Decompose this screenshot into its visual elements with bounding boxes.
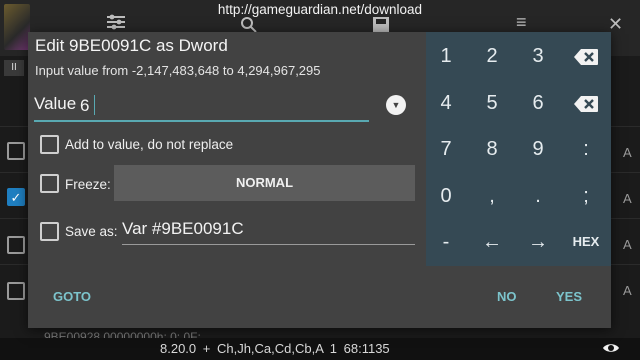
key-dot[interactable]: .: [515, 173, 561, 219]
save-as-label: Save as:: [65, 224, 118, 239]
row-type-marker: A: [623, 145, 632, 160]
save-as-field[interactable]: [122, 215, 415, 245]
backspace-key[interactable]: [563, 33, 609, 79]
save-as-checkbox[interactable]: [40, 222, 59, 241]
status-text: 8.20.0 + Ch,Jh,Ca,Cd,Cb,A 1 68:1135: [160, 341, 390, 356]
cursor-left-key[interactable]: ←: [469, 219, 515, 265]
row-checkbox-checked[interactable]: ✓: [7, 188, 25, 206]
key-2[interactable]: 2: [469, 33, 515, 79]
row-type-marker: A: [623, 237, 632, 252]
row-type-marker: A: [623, 191, 632, 206]
freeze-mode-button[interactable]: NORMAL: [114, 165, 415, 201]
key-4[interactable]: 4: [423, 80, 469, 126]
no-button[interactable]: NO: [497, 289, 517, 304]
key-semicolon[interactable]: ;: [563, 173, 609, 219]
cursor-right-key[interactable]: →: [515, 219, 561, 265]
freeze-label: Freeze:: [65, 177, 111, 192]
add-to-value-checkbox[interactable]: [40, 135, 59, 154]
row-checkbox[interactable]: [7, 142, 25, 160]
backspace-icon: [574, 48, 598, 65]
text-caret: [94, 95, 95, 115]
key-1[interactable]: 1: [423, 33, 469, 79]
key-comma[interactable]: ,: [469, 173, 515, 219]
freeze-checkbox[interactable]: [40, 174, 59, 193]
status-bar: 8.20.0 + Ch,Jh,Ca,Cd,Cb,A 1 68:1135: [0, 338, 640, 360]
input-range-hint: Input value from -2,147,483,648 to 4,294…: [35, 63, 321, 78]
numeric-keypad: 1 2 3 4 5 6 7 8 9 : 0 , . ; - ← → HEX: [426, 32, 611, 266]
pause-button[interactable]: II: [4, 60, 24, 76]
key-8[interactable]: 8: [469, 126, 515, 172]
yes-button[interactable]: YES: [556, 289, 582, 304]
key-7[interactable]: 7: [423, 126, 469, 172]
row-checkbox[interactable]: [7, 236, 25, 254]
value-label: Value: [34, 94, 77, 113]
key-3[interactable]: 3: [515, 33, 561, 79]
key-6[interactable]: 6: [515, 80, 561, 126]
key-5[interactable]: 5: [469, 80, 515, 126]
value-history-dropdown-icon[interactable]: ▼: [386, 95, 406, 115]
edit-value-dialog: Edit 9BE0091C as Dword Input value from …: [28, 32, 611, 328]
key-minus[interactable]: -: [423, 219, 469, 265]
download-url: http://gameguardian.net/download: [217, 2, 423, 17]
goto-button[interactable]: GOTO: [53, 289, 91, 304]
row-checkbox[interactable]: [7, 282, 25, 300]
value-input[interactable]: [80, 93, 360, 119]
key-0[interactable]: 0: [423, 173, 469, 219]
add-to-value-label: Add to value, do not replace: [65, 137, 234, 152]
eye-icon[interactable]: [602, 342, 620, 354]
hex-key[interactable]: HEX: [563, 219, 609, 265]
key-9[interactable]: 9: [515, 126, 561, 172]
value-field[interactable]: Value: [34, 92, 369, 122]
save-as-input[interactable]: [122, 217, 412, 241]
dialog-title: Edit 9BE0091C as Dword: [35, 36, 228, 55]
row-type-marker: A: [623, 283, 632, 298]
clear-key[interactable]: [563, 80, 609, 126]
key-colon[interactable]: :: [563, 126, 609, 172]
clear-icon: [574, 95, 598, 112]
